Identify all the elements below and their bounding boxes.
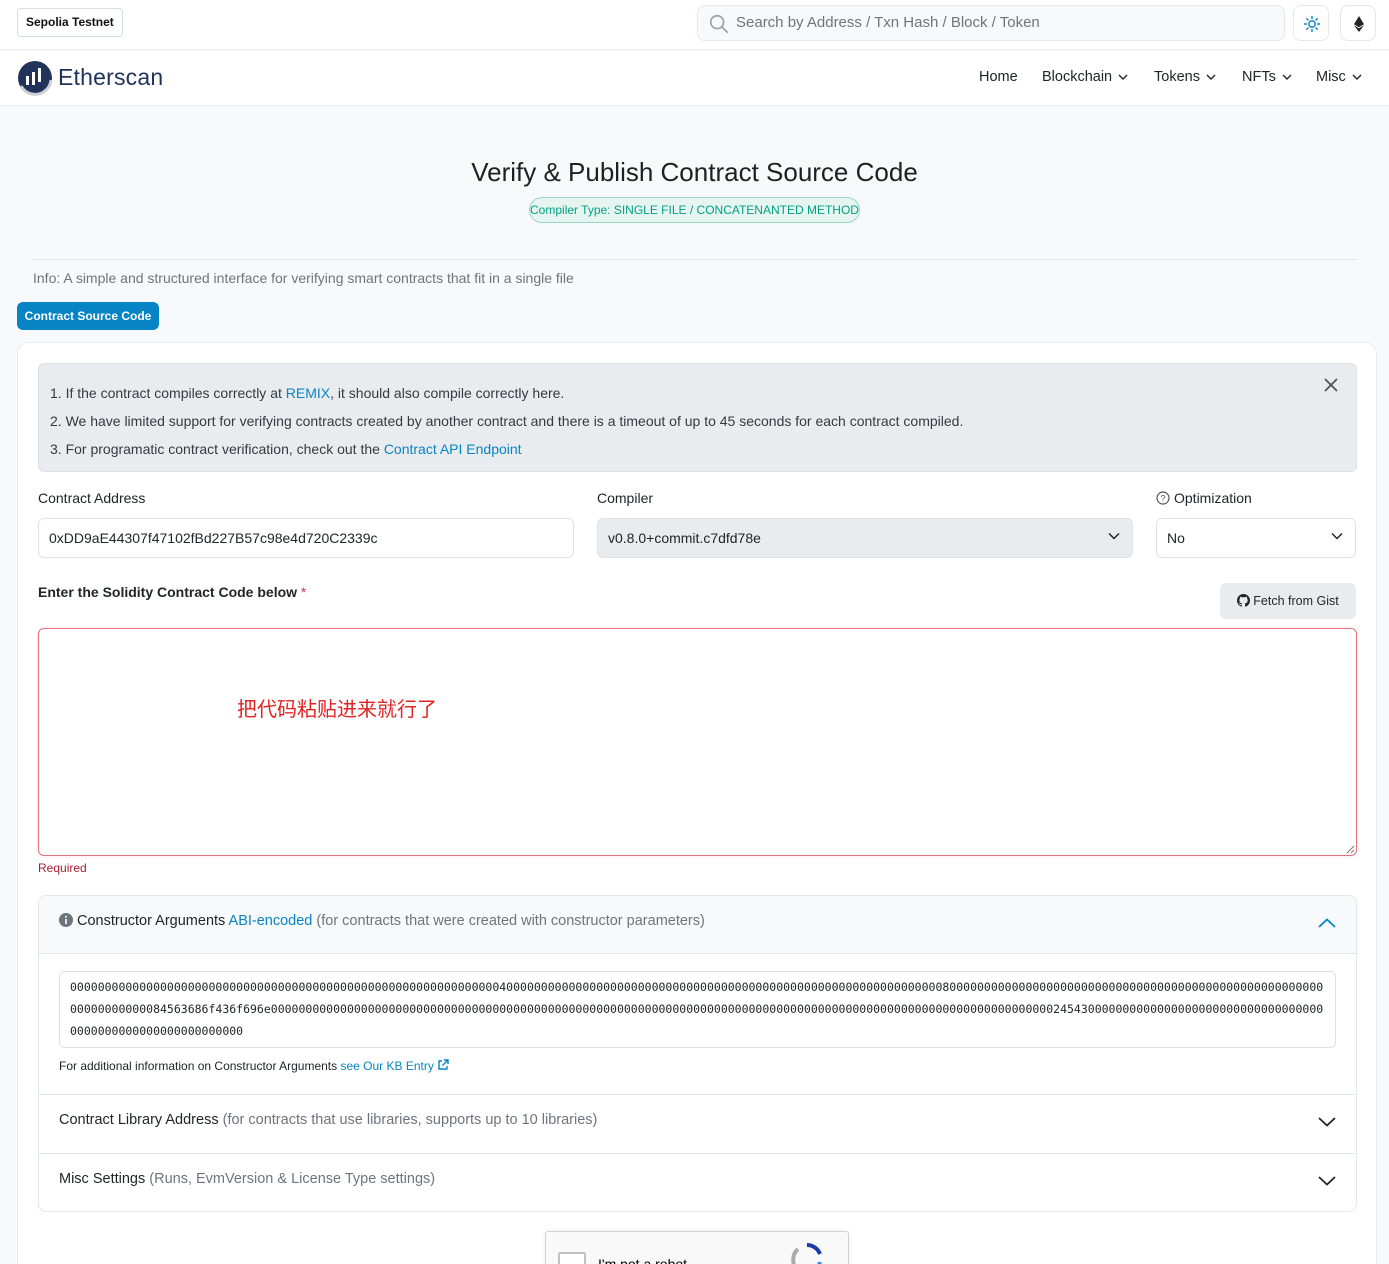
remix-link[interactable]: REMIX [286, 385, 330, 401]
abi-encoded-link[interactable]: ABI-encoded [229, 913, 313, 929]
nav-nfts-label: NFTs [1242, 69, 1276, 85]
nav-nfts[interactable]: NFTs [1242, 51, 1292, 103]
alert-line-3: 3. For programatic contract verification… [50, 441, 522, 457]
kb-link-text: see Our KB Entry [340, 1059, 434, 1073]
divider [33, 259, 1357, 260]
library-title-text: Contract Library Address [59, 1112, 219, 1128]
code-label-text: Enter the Solidity Contract Code below [38, 584, 298, 600]
misc-title: Misc Settings (Runs, EvmVersion & Licens… [59, 1171, 435, 1187]
required-error-text: Required [38, 861, 87, 875]
sun-icon [1303, 15, 1321, 33]
chevron-down-icon [1206, 74, 1216, 81]
nav-tokens-label: Tokens [1154, 69, 1200, 85]
chevron-down-icon [1331, 532, 1343, 540]
recaptcha-logo-icon [791, 1243, 822, 1264]
chevron-down-icon [1352, 74, 1362, 81]
kb-entry-link[interactable]: see Our KB Entry [340, 1059, 449, 1073]
misc-settings-row[interactable]: Misc Settings (Runs, EvmVersion & Licens… [39, 1153, 1356, 1212]
constructor-args-title: Constructor Arguments ABI-encoded (for c… [59, 913, 705, 929]
options-accordion: Constructor Arguments ABI-encoded (for c… [38, 895, 1357, 1212]
github-icon [1237, 594, 1251, 607]
misc-note: (Runs, EvmVersion & License Type setting… [149, 1171, 436, 1187]
question-circle-icon[interactable]: ? [1156, 491, 1170, 505]
resize-handle-icon[interactable] [1346, 845, 1355, 854]
constructor-note: (for contracts that were created with co… [316, 913, 705, 929]
theme-toggle-button[interactable] [1293, 5, 1329, 41]
chevron-down-icon [1318, 1117, 1336, 1127]
required-mark: * [300, 584, 307, 600]
search-input[interactable]: Search by Address / Txn Hash / Block / T… [736, 6, 1040, 40]
page-title: Verify & Publish Contract Source Code [471, 157, 918, 187]
nav-home[interactable]: Home [979, 51, 1018, 103]
contract-api-link[interactable]: Contract API Endpoint [384, 441, 522, 457]
optimization-label: ? Optimization [1156, 490, 1252, 506]
nav-blockchain[interactable]: Blockchain [1042, 51, 1128, 103]
info-text: Info: A simple and structured interface … [33, 270, 574, 286]
network-switch-button[interactable] [1340, 5, 1376, 41]
constructor-args-textarea[interactable]: 0000000000000000000000000000000000000000… [59, 971, 1336, 1048]
kb-text: For additional information on Constructo… [59, 1059, 341, 1073]
main-nav: Etherscan Home Blockchain Tokens NFTs Mi… [0, 51, 1389, 106]
compiler-value: v0.8.0+commit.c7dfd78e [608, 530, 761, 546]
fetch-from-gist-button[interactable]: Fetch from Gist [1220, 583, 1356, 619]
chevron-down-icon [1118, 74, 1128, 81]
library-address-row[interactable]: Contract Library Address (for contracts … [39, 1094, 1356, 1153]
optimization-select[interactable]: No [1156, 518, 1356, 558]
nav-misc[interactable]: Misc [1316, 51, 1362, 103]
verify-form-card: 1. If the contract compiles correctly at… [17, 342, 1377, 1264]
info-circle-icon [59, 913, 73, 927]
recaptcha-checkbox[interactable] [558, 1252, 586, 1264]
nav-tokens[interactable]: Tokens [1154, 51, 1216, 103]
library-note: (for contracts that use libraries, suppo… [222, 1112, 598, 1128]
optimization-label-text: Optimization [1174, 490, 1252, 506]
alert-line-1: 1. If the contract compiles correctly at… [50, 385, 565, 401]
constructor-title-text: Constructor Arguments [77, 913, 226, 929]
network-badge[interactable]: Sepolia Testnet [17, 8, 123, 37]
code-label: Enter the Solidity Contract Code below * [38, 584, 306, 600]
nav-blockchain-label: Blockchain [1042, 69, 1113, 85]
compiler-select[interactable]: v0.8.0+commit.c7dfd78e [597, 518, 1133, 558]
recaptcha-widget: I'm not a robot [545, 1231, 849, 1264]
tab-contract-source-code[interactable]: Contract Source Code [17, 302, 159, 330]
compiler-label: Compiler [597, 490, 654, 506]
info-alert: 1. If the contract compiles correctly at… [38, 363, 1357, 472]
brand-name[interactable]: Etherscan [58, 64, 163, 91]
library-title: Contract Library Address (for contracts … [59, 1112, 597, 1128]
misc-title-text: Misc Settings [59, 1171, 146, 1187]
nav-misc-label: Misc [1316, 69, 1346, 85]
constructor-args-header[interactable]: Constructor Arguments ABI-encoded (for c… [39, 896, 1356, 954]
top-bar: Sepolia Testnet Search by Address / Txn … [0, 0, 1389, 50]
external-link-icon [438, 1059, 449, 1070]
contract-address-label: Contract Address [38, 490, 146, 506]
chevron-down-icon [1282, 74, 1292, 81]
svg-text:?: ? [1160, 493, 1165, 503]
chevron-up-icon[interactable] [1318, 918, 1336, 928]
search-icon [709, 14, 729, 34]
ethereum-icon [1354, 16, 1364, 32]
code-annotation: 把代码粘贴进来就行了 [237, 697, 437, 721]
fetch-gist-label: Fetch from Gist [1253, 594, 1339, 608]
search-box[interactable]: Search by Address / Txn Hash / Block / T… [697, 5, 1285, 41]
nav-home-label: Home [979, 69, 1018, 85]
chevron-down-icon [1108, 532, 1120, 540]
etherscan-logo-icon[interactable] [17, 60, 53, 96]
recaptcha-label: I'm not a robot [598, 1256, 688, 1264]
kb-info: For additional information on Constructo… [59, 1059, 449, 1073]
close-icon[interactable] [1322, 376, 1340, 394]
compiler-type-badge: Compiler Type: SINGLE FILE / CONCATENANT… [529, 197, 860, 223]
optimization-value: No [1167, 530, 1185, 546]
solidity-code-textarea[interactable]: 把代码粘贴进来就行了 [38, 628, 1357, 856]
alert-line-2: 2. We have limited support for verifying… [50, 413, 964, 429]
chevron-down-icon [1318, 1176, 1336, 1186]
contract-address-input[interactable]: 0xDD9aE44307f47102fBd227B57c98e4d720C233… [38, 518, 574, 558]
